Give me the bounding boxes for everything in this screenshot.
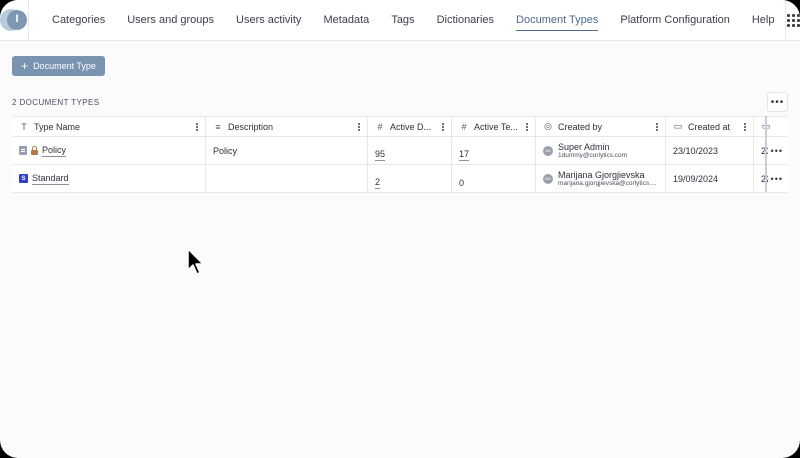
cell-active-d: 95 (368, 137, 452, 164)
nav-item-users-and-groups[interactable]: Users and groups (127, 0, 214, 41)
nav-item-dictionaries[interactable]: Dictionaries (437, 0, 494, 41)
app-window: I Categories Users and groups Users acti… (0, 0, 800, 458)
nav-item-document-types[interactable]: Document Types (516, 0, 599, 41)
column-label: Description (228, 121, 274, 132)
cell-active-d: 2 (368, 165, 452, 192)
cell-description: Policy (206, 137, 368, 164)
avatar: SA (543, 145, 553, 156)
row-more-icon[interactable]: ••• (771, 146, 783, 156)
nav-item-tags[interactable]: Tags (391, 0, 414, 41)
nav-item-metadata[interactable]: Metadata (323, 0, 369, 41)
user-name: Super Admin (558, 141, 610, 152)
table-row[interactable]: Policy Policy 95 17 SA Super Admin 1dumm… (12, 137, 788, 165)
column-menu-icon[interactable] (358, 122, 361, 131)
column-header-created-by[interactable]: ◎ Created by (536, 117, 666, 136)
table-header-row: T Type Name ≡ Description # Active D... … (12, 116, 788, 137)
cell-created-at: 23/10/2023 (666, 137, 754, 164)
nav-item-help[interactable]: Help (752, 0, 775, 41)
hash-icon: # (461, 121, 467, 132)
horizontal-scroll-indicator[interactable] (765, 116, 767, 192)
hash-icon: # (377, 121, 383, 132)
column-label: Created at (688, 121, 731, 132)
column-label: Active Te... (474, 121, 518, 132)
user-email: marijana.gjorgjievska@corlytics.... (558, 179, 657, 187)
standard-badge-icon: S (19, 174, 28, 183)
logo-letter: I (15, 13, 19, 25)
description-icon: ≡ (215, 121, 221, 132)
app-logo[interactable]: I (0, 9, 28, 31)
logo-cell[interactable]: I (0, 0, 29, 41)
column-menu-icon[interactable] (526, 122, 529, 131)
nav-item-users-activity[interactable]: Users activity (236, 0, 301, 41)
active-te-value: 0 (459, 177, 465, 188)
calendar-icon: ▭ (673, 121, 683, 131)
document-types-count: 2 DOCUMENT TYPES (12, 98, 100, 107)
type-name-link[interactable]: Standard (32, 173, 69, 185)
column-header-extra[interactable]: ▭ (754, 117, 774, 136)
avatar: MG (543, 173, 553, 184)
column-header-type-name[interactable]: T Type Name (12, 117, 206, 136)
column-label: Active D... (390, 121, 432, 132)
lock-icon (31, 145, 38, 155)
nav-item-categories[interactable]: Categories (52, 0, 105, 41)
active-d-value[interactable]: 2 (375, 177, 381, 189)
user-email: 1dummy@corlytics.com (558, 151, 628, 159)
add-document-type-label: Document Type (33, 61, 96, 71)
column-header-active-te[interactable]: # Active Te... (452, 117, 536, 136)
more-horizontal-icon: ••• (770, 96, 785, 108)
active-te-value[interactable]: 17 (459, 149, 470, 161)
add-document-type-button[interactable]: + Document Type (12, 56, 105, 76)
row-more-icon[interactable]: ••• (771, 174, 783, 184)
user-circle-icon: ◎ (544, 121, 552, 131)
cell-created-at: 19/09/2024 (666, 165, 754, 192)
mouse-cursor-icon (187, 248, 204, 275)
cell-active-te: 17 (452, 137, 536, 164)
cell-type-name: Policy (12, 137, 206, 164)
plus-icon: + (21, 59, 29, 73)
apps-menu-button[interactable] (785, 0, 800, 41)
column-header-active-d[interactable]: # Active D... (368, 117, 452, 136)
nav-item-platform-configuration[interactable]: Platform Configuration (620, 0, 729, 41)
column-header-created-at[interactable]: ▭ Created at (666, 117, 754, 136)
column-label: Type Name (34, 121, 81, 132)
active-d-value[interactable]: 95 (375, 149, 386, 161)
document-types-table: T Type Name ≡ Description # Active D... … (12, 116, 788, 193)
column-menu-icon[interactable] (656, 122, 659, 131)
top-nav: I Categories Users and groups Users acti… (0, 0, 800, 41)
cell-created-by: MG Marijana Gjorgjievska marijana.gjorgj… (536, 165, 666, 192)
table-row[interactable]: S Standard 2 0 MG Marijana Gjorgjievska … (12, 165, 788, 193)
app-grid-icon (786, 13, 800, 27)
text-type-icon: T (21, 121, 27, 132)
column-menu-icon[interactable] (744, 122, 747, 131)
cell-type-name: S Standard (12, 165, 206, 192)
column-menu-icon[interactable] (196, 122, 199, 131)
column-header-description[interactable]: ≡ Description (206, 117, 368, 136)
column-label: Created by (558, 121, 603, 132)
nav-items: Categories Users and groups Users activi… (29, 0, 785, 41)
cell-description (206, 165, 368, 192)
column-menu-icon[interactable] (442, 122, 445, 131)
table-options-button[interactable]: ••• (767, 92, 788, 112)
cell-active-te: 0 (452, 165, 536, 192)
document-icon (19, 146, 27, 155)
type-name-link[interactable]: Policy (42, 145, 67, 157)
cell-created-by: SA Super Admin 1dummy@corlytics.com (536, 137, 666, 164)
user-name: Marijana Gjorgjievska (558, 169, 645, 180)
